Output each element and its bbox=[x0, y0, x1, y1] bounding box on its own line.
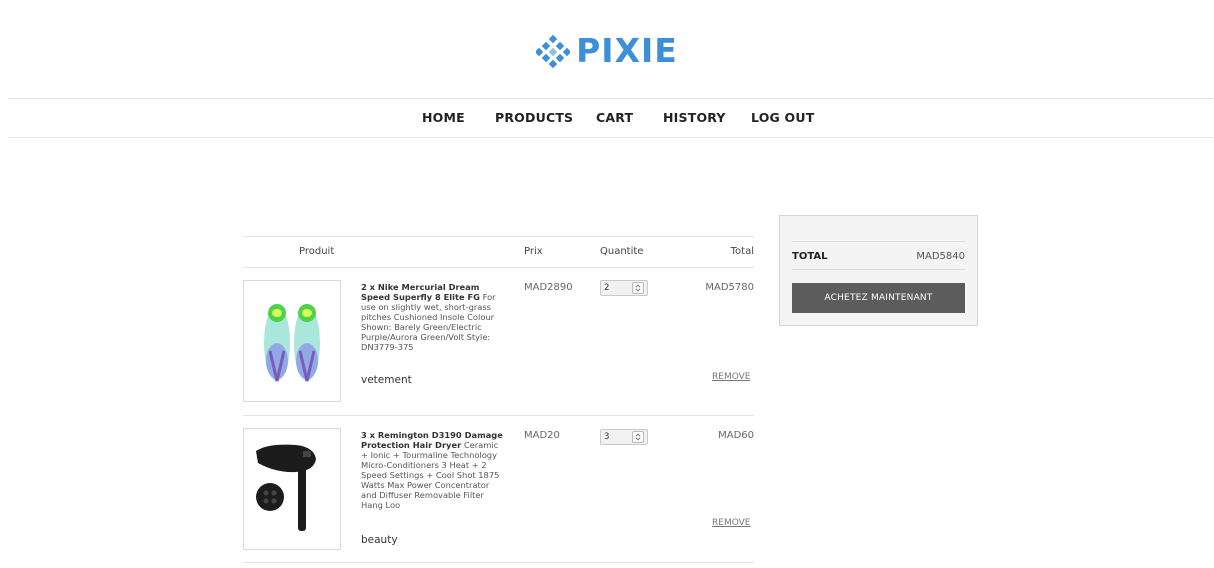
header-total: Total bbox=[730, 246, 754, 257]
spinner-arrows-icon[interactable] bbox=[632, 282, 644, 294]
brand-name: PIXIE bbox=[576, 31, 678, 70]
summary-total-label: TOTAL bbox=[792, 251, 828, 262]
header-quantity: Quantite bbox=[600, 246, 644, 257]
product-image-cleats[interactable] bbox=[243, 280, 341, 402]
order-summary: TOTAL MAD5840 ACHETEZ MAINTENANT bbox=[779, 215, 978, 326]
site-logo[interactable]: PIXIE bbox=[0, 32, 1214, 70]
remove-link[interactable]: REMOVE bbox=[712, 518, 750, 528]
line-total: MAD5780 bbox=[705, 282, 754, 293]
product-description: 2 x Nike Mercurial Dream Speed Superfly … bbox=[361, 282, 507, 352]
quantity-stepper[interactable]: 2 bbox=[600, 280, 648, 296]
product-price: MAD2890 bbox=[524, 282, 573, 293]
spinner-arrows-icon[interactable] bbox=[632, 431, 644, 443]
nav-history[interactable]: HISTORY bbox=[663, 110, 726, 125]
nav-cart[interactable]: CART bbox=[596, 110, 633, 125]
nav-products[interactable]: PRODUCTS bbox=[495, 110, 573, 125]
summary-rule bbox=[792, 269, 965, 270]
summary-rule bbox=[792, 241, 965, 242]
quantity-stepper[interactable]: 3 bbox=[600, 429, 648, 445]
product-title[interactable]: 2 x Nike Mercurial Dream Speed Superfly … bbox=[361, 282, 480, 302]
product-image-hairdryer[interactable] bbox=[243, 428, 341, 550]
row-rule bbox=[243, 562, 754, 563]
main-nav: HOME PRODUCTS CART HISTORY LOG OUT bbox=[8, 98, 1214, 138]
hair-dryer-image-icon bbox=[256, 444, 316, 531]
row-rule bbox=[243, 415, 754, 416]
nav-logout[interactable]: LOG OUT bbox=[751, 110, 814, 125]
header-product: Produit bbox=[299, 246, 335, 257]
product-details: Ceramic + Ionic + Tourmaline Technology … bbox=[361, 440, 500, 510]
summary-total-value: MAD5840 bbox=[916, 251, 965, 262]
soccer-cleats-image-icon bbox=[264, 304, 320, 382]
nav-home[interactable]: HOME bbox=[422, 110, 465, 125]
quantity-value: 3 bbox=[604, 432, 610, 442]
buy-now-button[interactable]: ACHETEZ MAINTENANT bbox=[792, 283, 965, 313]
header-price: Prix bbox=[524, 246, 543, 257]
product-category: beauty bbox=[361, 534, 398, 546]
quantity-value: 2 bbox=[604, 283, 610, 293]
line-total: MAD60 bbox=[718, 430, 754, 441]
header-rule bbox=[243, 267, 754, 268]
table-top-rule bbox=[243, 236, 754, 237]
product-price: MAD20 bbox=[524, 430, 560, 441]
product-category: vetement bbox=[361, 374, 412, 386]
remove-link[interactable]: REMOVE bbox=[712, 372, 750, 382]
diamond-logo-icon bbox=[536, 34, 571, 68]
product-description: 3 x Remington D3190 Damage Protection Ha… bbox=[361, 430, 507, 510]
